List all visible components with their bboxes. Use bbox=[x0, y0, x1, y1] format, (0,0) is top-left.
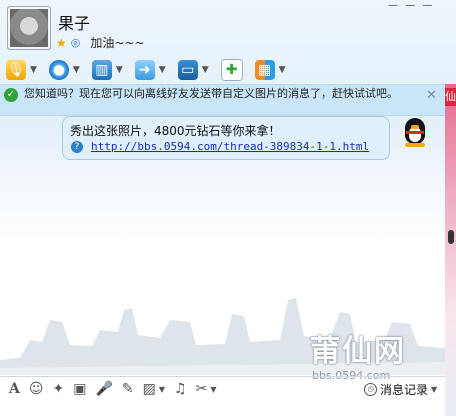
input-toolbar: A ☺ ✦ ▣ 🎤 ✎ ▨ ▼ ♫ ✂ ▼ ◷ 消息记录 ▼ bbox=[0, 376, 445, 401]
folder-transfer-icon: ➜ bbox=[134, 60, 155, 80]
status-row: ★ ◎ 加油~~~ bbox=[56, 34, 145, 51]
emoji-icon[interactable]: ☺ bbox=[29, 381, 44, 397]
chat-header: 果子 ★ ◎ 加油~~~ — — — bbox=[0, 0, 456, 56]
video-button[interactable]: ● ▼ bbox=[48, 60, 80, 80]
ad-figure bbox=[448, 230, 454, 244]
chevron-down-icon[interactable]: ▼ bbox=[210, 385, 216, 394]
screen-share-button[interactable]: ▭ ▼ bbox=[177, 60, 209, 80]
screen-share-icon: ▭ bbox=[177, 60, 198, 80]
top-dash-fragment: — — — bbox=[388, 0, 435, 11]
tip-bar: ✓ 您知道吗？现在您可以向离线好友发送带自定义图片的消息了，赶快试试吧。 ✕ bbox=[0, 84, 445, 116]
chevron-down-icon[interactable]: ▼ bbox=[116, 65, 123, 75]
apps-button[interactable]: ▦ ▼ bbox=[254, 60, 286, 80]
tip-text: 您知道吗？现在您可以向离线好友发送带自定义图片的消息了，赶快试试吧。 bbox=[24, 87, 398, 100]
chevron-down-icon[interactable]: ▼ bbox=[202, 65, 209, 75]
remote-assist-button[interactable]: ▥ ▼ bbox=[91, 60, 123, 80]
chat-toolbar: 🎙 ▼ ● ▼ ▥ ▼ ➜ ▼ ▭ ▼ ✚ ▦ ▼ bbox=[0, 56, 445, 84]
image-icon[interactable]: ▨ ▼ bbox=[143, 381, 165, 397]
message-text: 秀出这张照片，4800元钻石等你来拿！ bbox=[70, 124, 281, 138]
chevron-down-icon[interactable]: ▼ bbox=[159, 65, 166, 75]
history-label: 消息记录 bbox=[380, 383, 429, 397]
star-icon[interactable]: ★ bbox=[56, 36, 67, 50]
close-icon[interactable]: ✕ bbox=[426, 88, 437, 103]
font-icon[interactable]: A bbox=[9, 381, 20, 397]
ad-char: 仙 bbox=[445, 88, 456, 106]
chevron-down-icon[interactable]: ▼ bbox=[431, 385, 437, 394]
webcam-icon: ● bbox=[48, 60, 69, 80]
shield-icon: ? bbox=[71, 141, 83, 153]
music-icon[interactable]: ♫ bbox=[174, 381, 187, 397]
contact-avatar[interactable] bbox=[7, 6, 51, 50]
magic-icon[interactable]: ✦ bbox=[52, 381, 64, 397]
qzone-icon[interactable]: ◎ bbox=[71, 36, 81, 49]
microphone-icon: 🎙 bbox=[6, 60, 26, 80]
add-message-icon: ✚ bbox=[220, 59, 243, 81]
clock-icon: ◷ bbox=[364, 383, 377, 396]
watermark-logo: 莆仙网 bbox=[310, 334, 406, 369]
chevron-down-icon[interactable]: ▼ bbox=[30, 65, 37, 75]
chevron-down-icon[interactable]: ▼ bbox=[279, 65, 286, 75]
remote-desktop-icon: ▥ bbox=[91, 60, 112, 80]
message-link[interactable]: http://bbs.0594.com/thread-389834-1-1.ht… bbox=[91, 140, 369, 153]
voice-button[interactable]: 🎙 ▼ bbox=[6, 60, 37, 80]
qq-penguin-avatar[interactable] bbox=[400, 116, 430, 150]
history-button[interactable]: ◷ 消息记录 ▼ bbox=[364, 381, 437, 398]
contact-signature: 加油~~~ bbox=[90, 36, 145, 50]
chevron-down-icon[interactable]: ▼ bbox=[73, 65, 80, 75]
ad-panel[interactable]: 仙 bbox=[445, 84, 456, 416]
contact-nickname: 果子 bbox=[58, 14, 91, 33]
apps-grid-icon: ▦ bbox=[254, 60, 275, 80]
voice-message-icon[interactable]: 🎤 bbox=[95, 381, 112, 397]
edit-icon[interactable]: ✎ bbox=[122, 381, 134, 397]
message-bubble: 秀出这张照片，4800元钻石等你来拿！ ? http://bbs.0594.co… bbox=[62, 116, 390, 160]
check-icon: ✓ bbox=[4, 88, 18, 102]
scissors-icon[interactable]: ✂ ▼ bbox=[196, 381, 217, 397]
send-file-button[interactable]: ➜ ▼ bbox=[134, 60, 166, 80]
sms-button[interactable]: ✚ bbox=[220, 59, 243, 81]
message-input[interactable] bbox=[0, 400, 445, 416]
chevron-down-icon[interactable]: ▼ bbox=[159, 385, 165, 394]
shake-icon[interactable]: ▣ bbox=[73, 381, 86, 397]
